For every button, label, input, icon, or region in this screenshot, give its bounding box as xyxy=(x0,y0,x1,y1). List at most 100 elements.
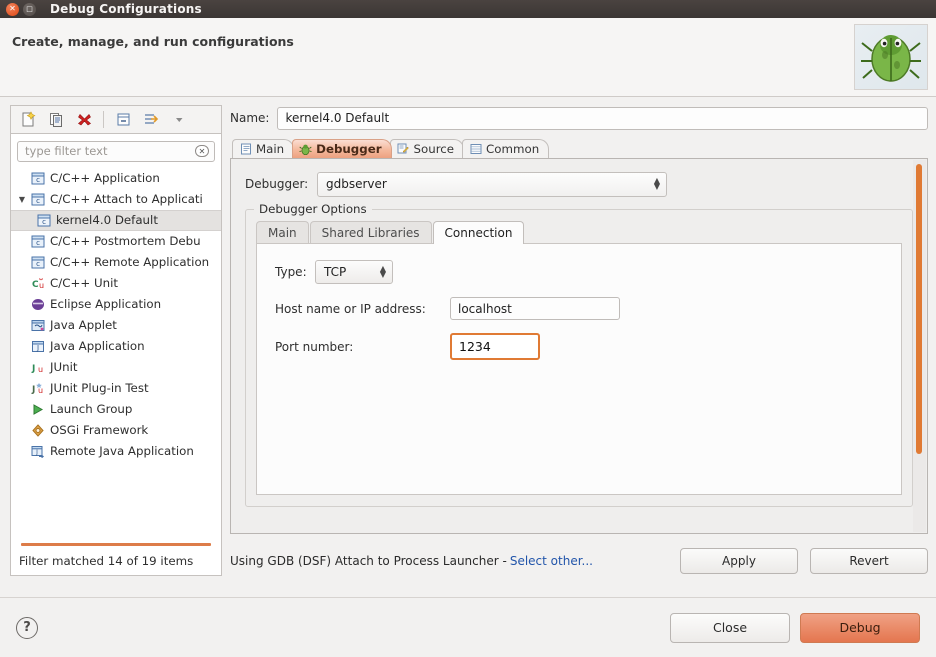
sidebar-item-cpp-postmortem[interactable]: c C/C++ Postmortem Debu xyxy=(11,231,221,252)
type-row: Type: TCP ▲ ▼ xyxy=(275,260,883,284)
delete-x-icon[interactable] xyxy=(71,108,97,132)
apply-button[interactable]: Apply xyxy=(680,548,798,574)
debugger-select-row: Debugger: gdbserver ▲ ▼ xyxy=(245,171,913,197)
maximize-icon[interactable]: □ xyxy=(23,2,36,16)
tab-common[interactable]: Common xyxy=(462,139,550,158)
filter-status-label: Filter matched 14 of 19 items xyxy=(19,554,194,568)
expand-twisty-icon[interactable]: ▼ xyxy=(15,195,29,204)
main-tab-folder: Main Debugger Source Common Debugger: gd… xyxy=(230,139,928,534)
sidebar-item-cpp-application[interactable]: c C/C++ Application xyxy=(11,168,221,189)
host-input[interactable] xyxy=(450,297,620,320)
sidebar-item-launch-group[interactable]: Launch Group xyxy=(11,399,221,420)
junit-icon: Ju xyxy=(29,359,47,375)
sidebar-item-cpp-attach[interactable]: ▼ c C/C++ Attach to Applicati xyxy=(11,189,221,210)
svg-text:J: J xyxy=(35,449,38,456)
svg-text:c: c xyxy=(42,218,46,226)
main-tabstrip: Main Debugger Source Common xyxy=(230,139,928,159)
debug-button[interactable]: Debug xyxy=(800,612,920,643)
connection-type-dropdown[interactable]: TCP ▲ ▼ xyxy=(315,260,393,284)
clear-field-icon[interactable]: ✕ xyxy=(195,145,209,157)
revert-button[interactable]: Revert xyxy=(810,548,928,574)
sidebar-item-label: Launch Group xyxy=(50,402,133,416)
filter-row: ✕ xyxy=(11,134,221,166)
sidebar-item-cpp-unit[interactable]: Cu C/C++ Unit xyxy=(11,273,221,294)
cpp-icon: c xyxy=(29,233,47,249)
sidebar-item-osgi-framework[interactable]: OSGi Framework xyxy=(11,420,221,441)
spinner-icon[interactable]: ▲ ▼ xyxy=(380,265,386,279)
sidebar-item-label: Java Application xyxy=(50,339,145,353)
close-button[interactable]: Close xyxy=(670,612,790,643)
tree-items-list: c C/C++ Application ▼ c C/C++ Attach to … xyxy=(11,166,221,462)
sidebar-item-cpp-remote-application[interactable]: c C/C++ Remote Application xyxy=(11,252,221,273)
close-icon[interactable]: ✕ xyxy=(6,2,19,16)
sidebar-item-label: C/C++ Unit xyxy=(50,276,118,290)
new-document-icon[interactable] xyxy=(15,108,41,132)
chevron-down-icon[interactable] xyxy=(166,108,192,132)
connection-panel: Type: TCP ▲ ▼ Host name or IP address: l… xyxy=(256,243,902,495)
spinner-icon[interactable]: ▲ ▼ xyxy=(654,177,660,191)
inner-tab-shared-libraries[interactable]: Shared Libraries xyxy=(309,221,432,244)
filter-arrow-icon[interactable] xyxy=(138,108,164,132)
sidebar-item-remote-java-application[interactable]: J Remote Java Application xyxy=(11,441,221,462)
debugger-dropdown[interactable]: gdbserver ▲ ▼ xyxy=(317,171,667,197)
window-controls: ✕ □ xyxy=(0,2,36,16)
debugger-label: Debugger: xyxy=(245,177,309,191)
window-titlebar: ✕ □ Debug Configurations xyxy=(0,0,936,18)
java-application-icon: J xyxy=(29,338,47,354)
port-input[interactable] xyxy=(450,333,540,360)
document-icon xyxy=(239,143,252,156)
host-row: Host name or IP address: xyxy=(275,297,883,320)
copy-icon[interactable] xyxy=(43,108,69,132)
cpp-icon: c xyxy=(29,191,47,207)
close-label: Close xyxy=(712,620,748,635)
launcher-row: Using GDB (DSF) Attach to Process Launch… xyxy=(230,546,928,576)
sidebar-item-junit[interactable]: Ju JUnit xyxy=(11,357,221,378)
debugger-options-group: Debugger Options Main Shared Libraries C… xyxy=(245,202,913,507)
svg-text:J: J xyxy=(31,385,35,395)
apply-label: Apply xyxy=(722,554,756,568)
common-icon xyxy=(469,143,482,156)
sidebar-item-java-application[interactable]: J Java Application xyxy=(11,336,221,357)
tab-label: Common xyxy=(486,142,540,156)
tab-label: Source xyxy=(413,142,455,156)
inner-tab-label: Main xyxy=(268,226,297,240)
configuration-name-input[interactable] xyxy=(277,106,928,130)
sidebar-item-junit-plugin-test[interactable]: Ju JUnit Plug-in Test xyxy=(11,378,221,399)
filter-divider xyxy=(21,543,211,546)
sidebar-item-label: Java Applet xyxy=(50,318,117,332)
inner-tab-label: Connection xyxy=(444,226,513,240)
sidebar-item-label: C/C++ Application xyxy=(50,171,160,185)
host-label: Host name or IP address: xyxy=(275,301,426,316)
svg-text:J: J xyxy=(36,344,39,352)
svg-text:c: c xyxy=(36,239,40,247)
filter-input[interactable] xyxy=(17,140,215,162)
sidebar-item-label: OSGi Framework xyxy=(50,423,149,437)
tab-main[interactable]: Main xyxy=(232,139,295,158)
vertical-scrollbar[interactable] xyxy=(913,160,926,532)
port-row: Port number: xyxy=(275,333,883,360)
sidebar-toolbar xyxy=(10,105,222,133)
launch-group-icon xyxy=(29,401,47,417)
svg-text:c: c xyxy=(36,176,40,184)
scrollbar-thumb[interactable] xyxy=(916,164,922,454)
sidebar-item-kernel4-default[interactable]: c kernel4.0 Default xyxy=(11,209,221,231)
window-title: Debug Configurations xyxy=(50,2,202,16)
group-title: Debugger Options xyxy=(254,202,372,216)
inner-tab-main[interactable]: Main xyxy=(256,221,309,244)
svg-text:C: C xyxy=(32,280,39,290)
sidebar-item-label: C/C++ Attach to Applicati xyxy=(50,192,203,206)
sidebar-item-java-applet[interactable]: Java Applet xyxy=(11,315,221,336)
configuration-editor: Name: Main Debugger xyxy=(230,105,928,576)
connection-type-value: TCP xyxy=(324,265,347,279)
help-icon[interactable]: ? xyxy=(16,616,38,639)
configurations-sidebar: ✕ c C/C++ Application ▼ c C/C++ Attach t… xyxy=(10,105,222,576)
collapse-all-icon[interactable] xyxy=(110,108,136,132)
sidebar-item-eclipse-application[interactable]: Eclipse Application xyxy=(11,294,221,315)
inner-tab-connection[interactable]: Connection xyxy=(432,221,525,244)
select-other-launcher-link[interactable]: Select other... xyxy=(510,554,593,568)
dialog-header: Create, manage, and run configurations xyxy=(0,18,936,97)
svg-text:c: c xyxy=(36,197,40,205)
svg-text:u: u xyxy=(39,281,44,290)
tab-debugger[interactable]: Debugger xyxy=(292,139,392,158)
tab-source[interactable]: Source xyxy=(389,139,465,158)
